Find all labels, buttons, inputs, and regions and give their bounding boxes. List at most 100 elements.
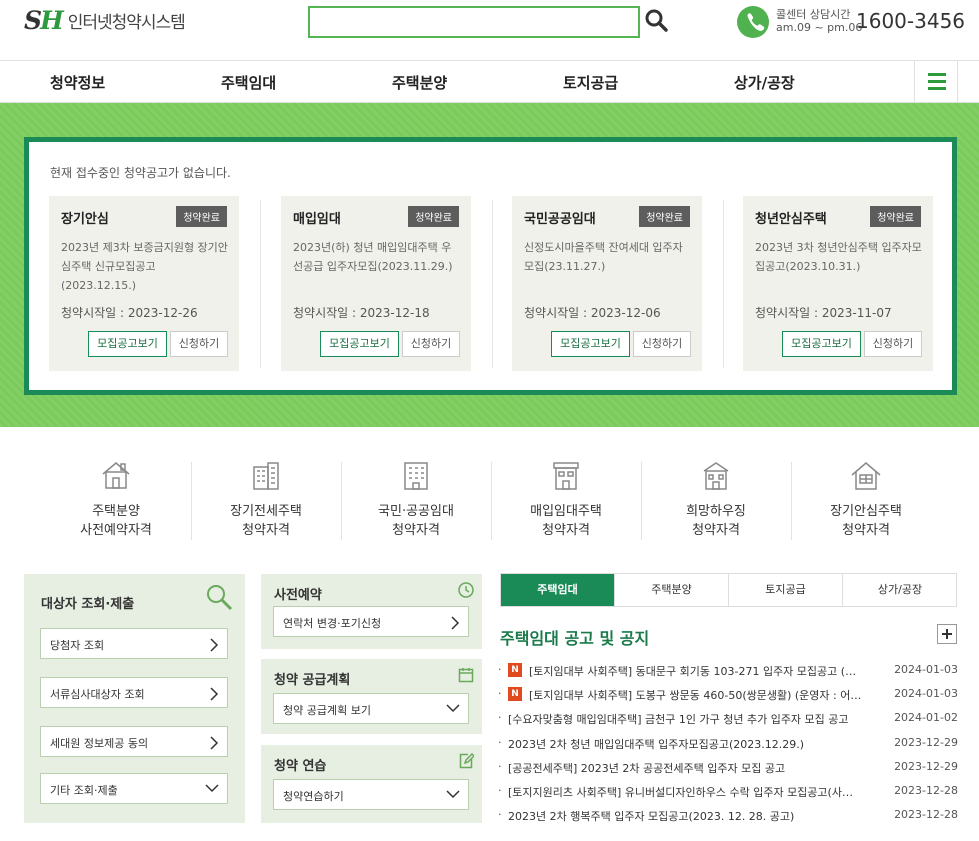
- chevron-right-icon: [451, 616, 460, 630]
- quick-link-long-term-jeonse[interactable]: 장기전세주택청약자격: [191, 457, 341, 547]
- search-box[interactable]: [308, 6, 640, 38]
- select-label: 기타 조회·제출: [50, 784, 118, 797]
- nav-item-land[interactable]: 토지공급: [563, 72, 618, 93]
- contact-change-link[interactable]: 연락처 변경·포기신청: [273, 606, 469, 637]
- quick-sublabel: 청약자격: [242, 523, 290, 538]
- card-date: 청약시작일 : 2023-12-26: [61, 306, 198, 320]
- panel-title: 청약 공급계획: [274, 673, 351, 688]
- no-notice-text: 현재 접수중인 청약공고가 없습니다.: [50, 166, 231, 180]
- notice-tabs: 주택임대 주택분양 토지공급 상가/공장: [500, 573, 957, 607]
- search-icon: [204, 582, 234, 612]
- nav-item-subscription-info[interactable]: 청약정보: [50, 72, 105, 93]
- nav-item-sale[interactable]: 주택분양: [392, 72, 447, 93]
- calendar-icon: [458, 667, 474, 683]
- view-notice-button[interactable]: 모집공고보기: [320, 331, 399, 357]
- notice-date: 2023-12-29: [894, 736, 958, 749]
- link-label: 세대원 정보제공 동의: [50, 737, 149, 750]
- tab-land[interactable]: 토지공급: [729, 574, 843, 606]
- quick-link-sale-reservation[interactable]: 주택분양 사전예약자격: [41, 457, 191, 547]
- notice-banner: 현재 접수중인 청약공고가 없습니다. 장기안심 청약완료 2023년 제3차 …: [0, 103, 979, 427]
- card-date: 청약시작일 : 2023-12-06: [524, 306, 661, 320]
- quick-label: 희망하우징: [686, 504, 746, 519]
- household-consent-link[interactable]: 세대원 정보제공 동의: [40, 726, 228, 757]
- view-notice-button[interactable]: 모집공고보기: [782, 331, 861, 357]
- notice-text[interactable]: [수요자맞춤형 매입임대주택] 금천구 1인 가구 청년 추가 입주자 모집 공…: [508, 711, 883, 727]
- divider: [260, 200, 261, 368]
- card-date: 청약시작일 : 2023-11-07: [755, 306, 892, 320]
- apply-button[interactable]: 신청하기: [633, 331, 691, 357]
- card-desc[interactable]: 2023년 3차 청년안심주택 입주자모집공고(2023.10.31.): [755, 238, 923, 276]
- quick-label: 장기전세주택: [230, 504, 302, 519]
- notice-text[interactable]: [토지임대부 사회주택] 동대문구 회기동 103-271 입주자 모집공고 (…: [529, 663, 881, 679]
- main-nav: 청약정보 주택임대 주택분양 토지공급 상가/공장: [0, 60, 979, 103]
- menu-icon[interactable]: [914, 61, 958, 103]
- card-title: 국민공공임대: [524, 212, 596, 227]
- apply-button[interactable]: 신청하기: [402, 331, 460, 357]
- call-label: 콜센터 상담시간: [776, 8, 851, 21]
- clock-icon: [458, 582, 474, 598]
- supply-plan-panel: 청약 공급계획 청약 공급계획 보기: [261, 659, 482, 734]
- select-label: 청약연습하기: [283, 790, 344, 803]
- quick-link-public-rental[interactable]: 국민·공공임대 청약자격: [341, 457, 491, 547]
- panel-title: 대상자 조회·제출: [41, 597, 135, 612]
- search-input[interactable]: [310, 8, 638, 36]
- card-desc[interactable]: 2023년 제3차 보증금지원형 장기안심주택 신규모집공고(2023.12.1…: [61, 238, 229, 295]
- list-item[interactable]: · 2023년 2차 청년 매입임대주택 입주자모집공고(2023.12.29.)…: [498, 733, 958, 753]
- more-icon[interactable]: [937, 624, 957, 644]
- nav-item-rental[interactable]: 주택임대: [221, 72, 276, 93]
- quick-sublabel: 청약자격: [842, 523, 890, 538]
- quick-link-purchase-rental[interactable]: 매입임대주택 청약자격: [491, 457, 641, 547]
- notice-text[interactable]: [토지지원리츠 사회주택] 유니버설디자인하우스 수락 입주자 모집공고(사…: [508, 784, 883, 800]
- card-desc[interactable]: 신정도시마을주택 잔여세대 입주자모집(23.11.27.): [524, 238, 692, 276]
- logo-name: 인터넷청약시스템: [67, 13, 186, 33]
- status-badge: 청약완료: [176, 206, 227, 227]
- other-lookup-select[interactable]: 기타 조회·제출: [40, 773, 228, 804]
- status-badge: 청약완료: [408, 206, 459, 227]
- list-item[interactable]: · N [토지임대부 사회주택] 도봉구 쌍문동 460-50(쌍문생활) (운영자…: [498, 684, 958, 704]
- notice-card: 청년안심주택 청약완료 2023년 3차 청년안심주택 입주자모집공고(2023…: [743, 196, 933, 371]
- view-notice-button[interactable]: 모집공고보기: [88, 331, 167, 357]
- quick-sublabel: 청약자격: [542, 523, 590, 538]
- card-desc[interactable]: 2023년(하) 청년 매입임대주택 우선공급 입주자모집(2023.11.29…: [293, 238, 461, 276]
- tab-sale[interactable]: 주택분양: [615, 574, 729, 606]
- chevron-right-icon: [210, 638, 219, 652]
- chevron-right-icon: [210, 687, 219, 701]
- winner-lookup-link[interactable]: 당첨자 조회: [40, 628, 228, 659]
- apply-button[interactable]: 신청하기: [170, 331, 228, 357]
- quick-link-hope-housing[interactable]: 희망하우징 청약자격: [641, 457, 791, 547]
- edit-icon: [458, 752, 476, 769]
- list-item[interactable]: · N [토지임대부 사회주택] 동대문구 회기동 103-271 입주자 모집공고…: [498, 660, 958, 680]
- panel-title: 청약 연습: [274, 759, 327, 774]
- quick-label: 장기안심주택: [830, 504, 902, 519]
- view-notice-button[interactable]: 모집공고보기: [551, 331, 630, 357]
- nav-item-commercial[interactable]: 상가/공장: [734, 72, 795, 93]
- select-label: 청약 공급계획 보기: [283, 704, 371, 717]
- notice-text[interactable]: [토지임대부 사회주택] 도봉구 쌍문동 460-50(쌍문생활) (운영자 :…: [529, 687, 881, 703]
- phone-icon: [737, 6, 769, 38]
- logo-mark: SH: [24, 6, 64, 35]
- notice-text[interactable]: [공공전세주택] 2023년 2차 공공전세주택 입주자 모집 공고: [508, 760, 883, 776]
- tab-rental[interactable]: 주택임대: [501, 574, 615, 606]
- notice-text[interactable]: 2023년 2차 청년 매입임대주택 입주자모집공고(2023.12.29.): [508, 736, 883, 752]
- status-badge: 청약완료: [639, 206, 690, 227]
- phone-number: 1600-3456: [856, 9, 966, 33]
- practice-select[interactable]: 청약연습하기: [273, 779, 469, 810]
- card-date: 청약시작일 : 2023-12-18: [293, 306, 430, 320]
- supply-plan-select[interactable]: 청약 공급계획 보기: [273, 693, 469, 724]
- apply-button[interactable]: 신청하기: [864, 331, 922, 357]
- quick-sublabel: 청약자격: [392, 523, 440, 538]
- list-item[interactable]: · [토지지원리츠 사회주택] 유니버설디자인하우스 수락 입주자 모집공고(사……: [498, 781, 958, 801]
- pre-reservation-panel: 사전예약 연락처 변경·포기신청: [261, 574, 482, 649]
- notice-date: 2024-01-02: [894, 711, 958, 724]
- search-icon[interactable]: [645, 8, 669, 34]
- quick-link-safe-housing[interactable]: 장기안심주택청약자격: [791, 457, 941, 547]
- list-item[interactable]: · 2023년 2차 행복주택 입주자 모집공고(2023. 12. 28. 공고…: [498, 805, 958, 825]
- site-logo[interactable]: SH 인터넷청약시스템: [24, 6, 186, 35]
- home-icon: [850, 459, 882, 491]
- tab-commercial[interactable]: 상가/공장: [843, 574, 957, 606]
- list-item[interactable]: · [수요자맞춤형 매입임대주택] 금천구 1인 가구 청년 추가 입주자 모집 …: [498, 708, 958, 728]
- card-title: 장기안심: [61, 212, 109, 227]
- notice-text[interactable]: 2023년 2차 행복주택 입주자 모집공고(2023. 12. 28. 공고): [508, 808, 883, 824]
- document-review-lookup-link[interactable]: 서류심사대상자 조회: [40, 677, 228, 708]
- list-item[interactable]: · [공공전세주택] 2023년 2차 공공전세주택 입주자 모집 공고 2023-…: [498, 757, 958, 777]
